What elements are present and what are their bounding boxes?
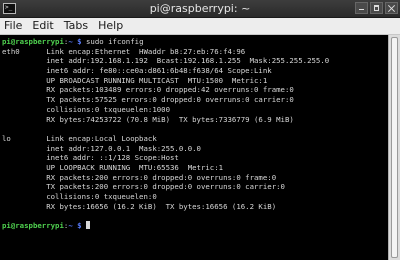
terminal-window: >_ pi@raspberrypi: ~ File Edit Tabs Help… [0,0,400,260]
output-line: RX packets:103489 errors:0 dropped:42 ov… [2,85,294,95]
title-bar[interactable]: >_ pi@raspberrypi: ~ [0,0,400,18]
output-line: inet6 addr: ::1/128 Scope:Host [2,153,179,163]
scroll-thumb[interactable] [391,37,398,258]
menu-edit[interactable]: Edit [27,18,58,34]
menu-tabs[interactable]: Tabs [59,18,93,34]
prompt-line: pi@raspberrypi:~ $ [2,221,388,231]
output-line: TX packets:57525 errors:0 dropped:0 over… [2,95,294,105]
output-line: collisions:0 txqueuelen:0 [2,192,157,201]
minimize-icon[interactable] [355,2,368,14]
output-line: lo Link encap:Local Loopback [2,133,157,143]
output-line: inet addr:192.168.1.192 Bcast:192.168.1.… [2,56,330,66]
output-line: UP LOOPBACK RUNNING MTU:65536 Metric:1 [2,162,224,172]
output-line: inet6 addr: fe80::ce0a:d861:6b48:f638/64… [2,66,272,76]
window-title: pi@raspberrypi: ~ [149,2,251,15]
prompt-user: pi@raspberrypi [2,37,64,46]
prompt-line: pi@raspberrypi:~ $ sudo ifconfig [2,37,144,46]
terminal-output[interactable]: pi@raspberrypi:~ $ sudo ifconfig eth0 Lin… [0,35,388,260]
menu-file[interactable]: File [0,18,27,34]
prompt-path: ~ $ [68,221,82,231]
output-line: collisions:0 txqueuelen:1000 [2,104,171,114]
maximize-icon[interactable] [370,2,383,14]
menu-bar: File Edit Tabs Help [0,18,400,35]
output-line: inet addr:127.0.0.1 Mask:255.0.0.0 [2,143,201,153]
command-text: sudo ifconfig [81,37,144,46]
prompt-user: pi@raspberrypi [2,221,64,231]
output-line: RX bytes:16656 (16.2 KiB) TX bytes:16656… [2,201,277,211]
output-line: TX packets:200 errors:0 dropped:0 overru… [2,182,285,192]
output-line: RX bytes:74253722 (70.8 MiB) TX bytes:73… [2,114,294,124]
text-cursor [86,221,91,230]
close-icon[interactable] [385,2,398,14]
output-line: RX packets:200 errors:0 dropped:0 overru… [2,172,277,182]
output-line: eth0 Link encap:Ethernet HWaddr b8:27:eb… [2,46,246,56]
output-line: UP BROADCAST RUNNING MULTICAST MTU:1500 … [2,75,268,85]
menu-help[interactable]: Help [93,18,128,34]
window-controls [355,2,398,14]
vertical-scrollbar[interactable] [388,35,400,260]
prompt-path: ~ $ [68,37,82,46]
